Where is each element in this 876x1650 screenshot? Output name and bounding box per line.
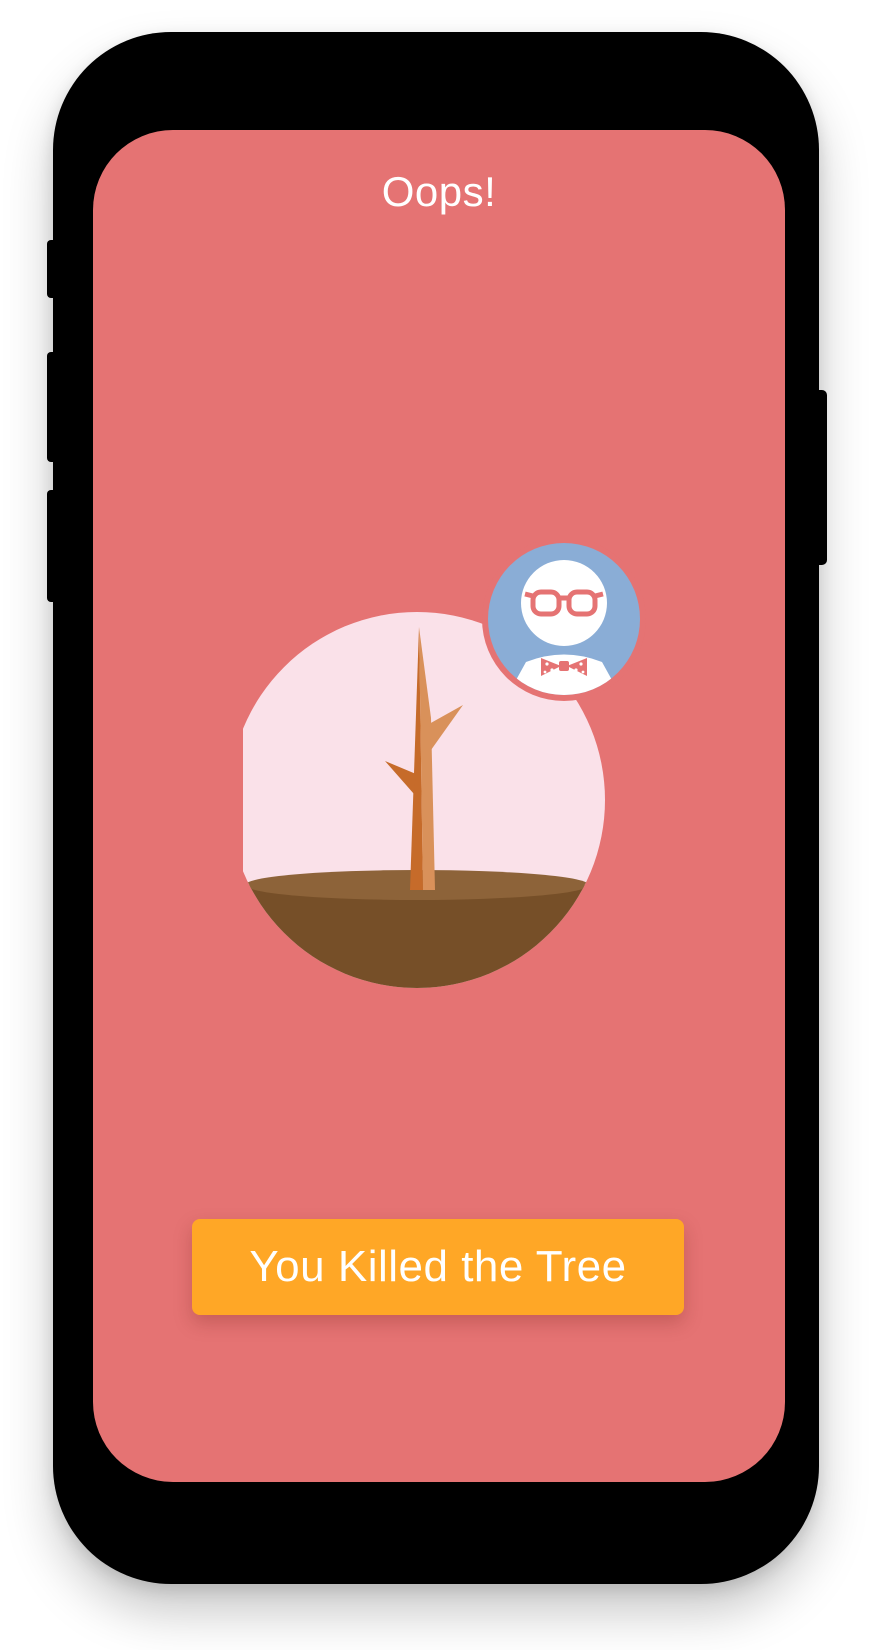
app-screen: Oops! You Killed the Tree <box>93 130 785 1482</box>
page-title: Oops! <box>381 168 497 215</box>
nerd-avatar-icon <box>482 542 646 701</box>
you-killed-the-tree-button[interactable]: You Killed the Tree <box>192 1219 684 1315</box>
page: Oops! You Killed the Tree <box>0 0 876 1650</box>
dead-tree-illustration <box>243 542 646 988</box>
